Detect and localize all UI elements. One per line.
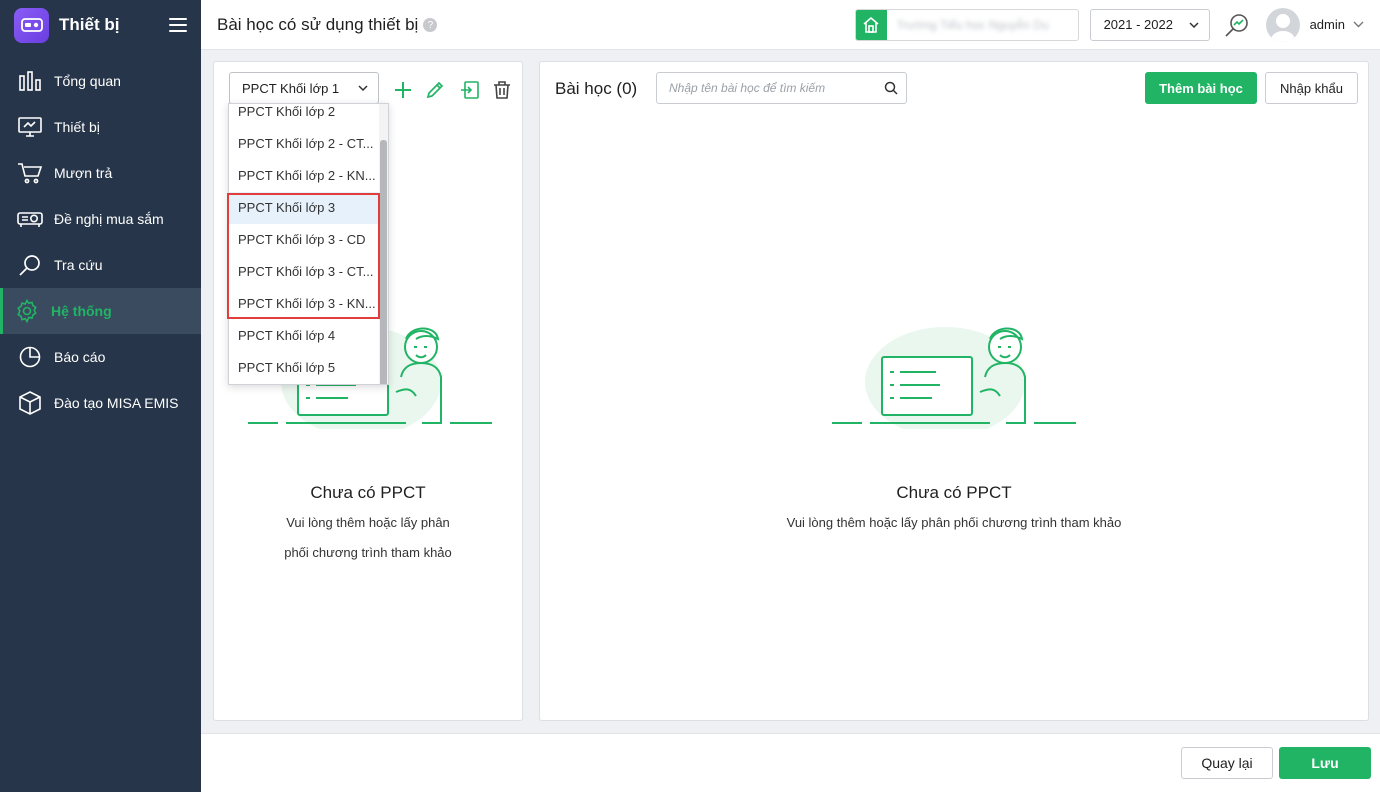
sidebar-nav: Tổng quan Thiết bị Mượn trả Đề nghị mua … <box>0 58 201 426</box>
sidebar: Thiết bị Tổng quan Thiết bị Mượn trả Đề … <box>0 0 201 792</box>
analytics-search-icon[interactable] <box>1224 12 1250 38</box>
user-menu-chevron-icon[interactable] <box>1353 21 1364 28</box>
search-icon[interactable] <box>884 81 898 95</box>
user-name[interactable]: admin <box>1310 17 1345 32</box>
dropdown-option[interactable]: PPCT Khối lớp 3 - KN... <box>229 288 380 320</box>
projector-icon <box>17 206 43 232</box>
sidebar-item-he-thong[interactable]: Hệ thống <box>0 288 201 334</box>
year-select[interactable]: 2021 - 2022 <box>1089 8 1210 41</box>
sidebar-item-thiet-bi[interactable]: Thiết bị <box>0 104 201 150</box>
dropdown-option[interactable]: PPCT Khối lớp 3 - CD <box>229 224 380 256</box>
ppct-dropdown-list: PPCT Khối lớp 2 PPCT Khối lớp 2 - CT... … <box>228 103 389 385</box>
lesson-count-title: Bài học (0) <box>555 79 638 98</box>
sidebar-item-dao-tao[interactable]: Đào tạo MISA EMIS <box>0 380 201 426</box>
school-name: Trường Tiểu học Nguyễn Du <box>896 17 1049 32</box>
edit-ppct-icon[interactable] <box>424 79 446 101</box>
sidebar-item-label: Đào tạo MISA EMIS <box>54 395 179 411</box>
dropdown-option[interactable]: PPCT Khối lớp 2 - KN... <box>229 160 380 192</box>
sidebar-item-label: Báo cáo <box>54 349 106 365</box>
empty-title: Chưa có PPCT <box>310 483 426 502</box>
sidebar-item-de-nghi-mua-sam[interactable]: Đề nghị mua sắm <box>0 196 201 242</box>
lesson-panel: Bài học (0) Thêm bài học Nhập khẩu Chưa … <box>539 61 1369 721</box>
empty-title: Chưa có PPCT <box>896 483 1012 502</box>
dropdown-option[interactable]: PPCT Khối lớp 5 <box>229 352 380 384</box>
monitor-icon <box>17 114 43 140</box>
page-title: Bài học có sử dụng thiết bị? <box>217 14 438 35</box>
menu-toggle-icon[interactable] <box>169 18 187 32</box>
sidebar-item-label: Hệ thống <box>51 303 112 319</box>
gear-icon <box>14 298 40 324</box>
sidebar-item-label: Đề nghị mua sắm <box>54 211 164 227</box>
sidebar-item-bao-cao[interactable]: Báo cáo <box>0 334 201 380</box>
sidebar-item-label: Thiết bị <box>54 119 100 135</box>
add-lesson-button[interactable]: Thêm bài học <box>1145 72 1257 104</box>
ppct-select[interactable]: PPCT Khối lớp 1 <box>229 72 379 104</box>
pie-icon <box>17 344 43 370</box>
dropdown-option[interactable]: PPCT Khối lớp 3 - CT... <box>229 256 380 288</box>
school-selector[interactable]: Trường Tiểu học Nguyễn Du <box>854 8 1079 41</box>
import-ppct-icon[interactable] <box>459 79 481 101</box>
empty-desc: Vui lòng thêm hoặc lấy phân phối chương … <box>786 515 1122 530</box>
home-icon <box>855 9 887 40</box>
dropdown-option[interactable]: PPCT Khối lớp 2 <box>229 104 380 128</box>
search-input[interactable] <box>669 81 884 95</box>
delete-ppct-icon[interactable] <box>491 79 513 101</box>
app-name: Thiết bị <box>59 15 120 34</box>
dropdown-scrollbar[interactable] <box>379 104 388 384</box>
cart-icon <box>17 160 43 186</box>
chevron-down-icon <box>1189 21 1199 28</box>
sidebar-item-muon-tra[interactable]: Mượn trả <box>0 150 201 196</box>
year-value: 2021 - 2022 <box>1103 17 1173 32</box>
empty-desc-line1: Vui lòng thêm hoặc lấy phân <box>286 515 450 530</box>
brand: Thiết bị <box>0 0 201 50</box>
page-title-text: Bài học có sử dụng thiết bị <box>217 14 419 34</box>
dropdown-option[interactable]: PPCT Khối lớp 3 <box>229 192 380 224</box>
scrollbar-thumb[interactable] <box>380 140 387 384</box>
lesson-search[interactable] <box>656 72 907 104</box>
sidebar-item-label: Tra cứu <box>54 257 103 273</box>
import-button[interactable]: Nhập khẩu <box>1265 72 1358 104</box>
help-icon[interactable]: ? <box>423 18 438 32</box>
dropdown-option[interactable]: PPCT Khối lớp 4 <box>229 320 380 352</box>
empty-state-illustration <box>832 327 1076 429</box>
sidebar-item-label: Tổng quan <box>54 73 121 89</box>
top-header: Bài học có sử dụng thiết bị? Trường Tiểu… <box>201 0 1380 50</box>
save-button[interactable]: Lưu <box>1279 747 1371 779</box>
back-button[interactable]: Quay lại <box>1181 747 1273 779</box>
chart-bars-icon <box>17 68 43 94</box>
footer-bar: Quay lại Lưu <box>201 733 1380 792</box>
box-icon <box>17 390 43 416</box>
chevron-down-icon <box>358 85 368 91</box>
app-logo-icon <box>14 7 49 43</box>
sidebar-item-tong-quan[interactable]: Tổng quan <box>0 58 201 104</box>
avatar[interactable] <box>1265 7 1300 42</box>
dropdown-option[interactable]: PPCT Khối lớp 2 - CT... <box>229 128 380 160</box>
search-icon <box>17 252 43 278</box>
sidebar-item-label: Mượn trả <box>54 165 113 181</box>
sidebar-item-tra-cuu[interactable]: Tra cứu <box>0 242 201 288</box>
ppct-select-value: PPCT Khối lớp 1 <box>242 80 340 96</box>
empty-desc-line2: phối chương trình tham khảo <box>284 545 452 560</box>
add-ppct-icon[interactable] <box>392 79 414 101</box>
